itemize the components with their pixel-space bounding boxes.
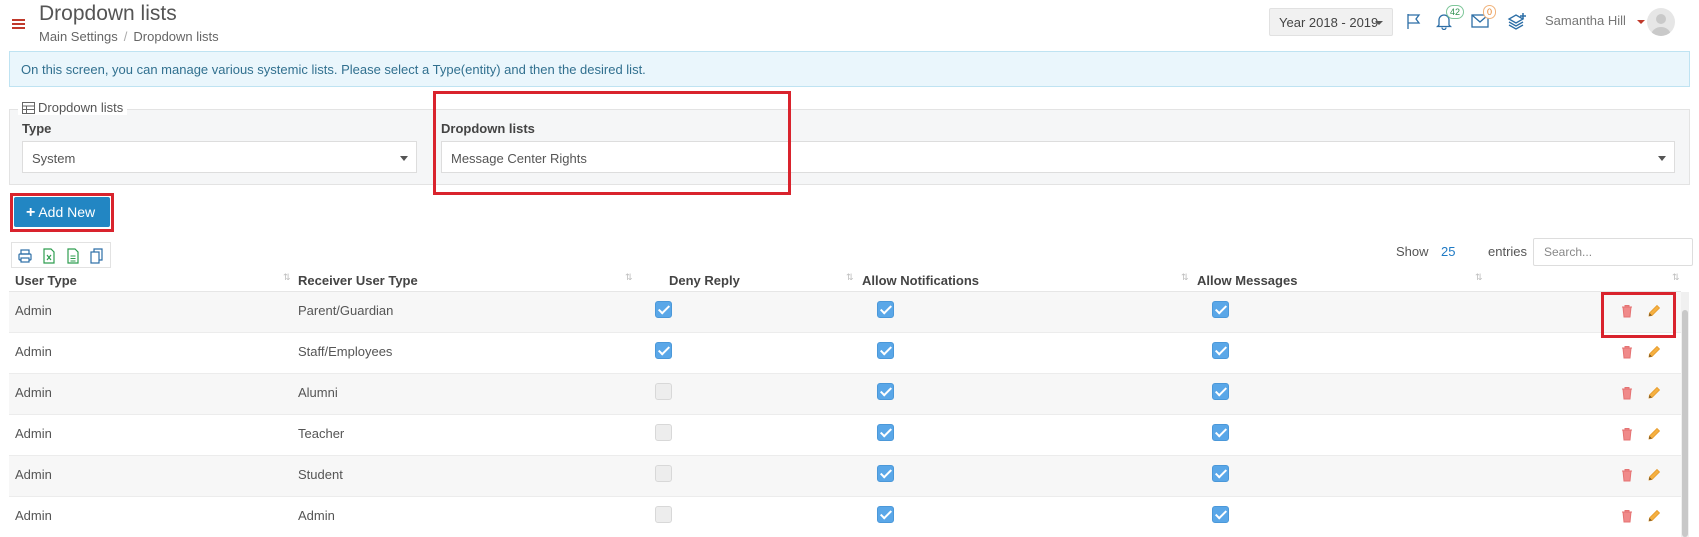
export-toolbar [11, 242, 111, 268]
column-user-type[interactable]: User Type [15, 273, 77, 288]
table-row: Admin Parent/Guardian [9, 292, 1681, 333]
page-size-select[interactable]: 25 [1441, 244, 1455, 259]
cell-user-type: Admin [15, 426, 52, 441]
edit-icon[interactable] [1647, 427, 1661, 441]
allow-notifications-checkbox[interactable] [877, 506, 894, 523]
cell-user-type: Admin [15, 467, 52, 482]
cell-user-type: Admin [15, 508, 52, 523]
sort-icon[interactable]: ⇅ [846, 272, 853, 283]
print-icon[interactable] [18, 248, 32, 264]
delete-icon[interactable] [1620, 386, 1634, 400]
column-allow-notifications[interactable]: Allow Notifications [862, 273, 979, 288]
cell-receiver-user-type: Parent/Guardian [298, 303, 394, 318]
caret-down-icon[interactable] [1637, 20, 1645, 24]
menu-icon[interactable] [12, 19, 25, 30]
sort-icon[interactable]: ⇅ [1672, 272, 1679, 283]
table-row: Admin Alumni [9, 374, 1681, 415]
excel-icon[interactable] [42, 248, 56, 264]
top-header: Dropdown lists Main Settings / Dropdown li… [0, 0, 1699, 46]
csv-icon[interactable] [66, 248, 80, 264]
table-row: Admin Student [9, 456, 1681, 497]
edit-icon[interactable] [1647, 468, 1661, 482]
column-deny-reply[interactable]: Deny Reply [669, 273, 740, 288]
deny-reply-checkbox [655, 424, 672, 441]
allow-messages-checkbox[interactable] [1212, 506, 1229, 523]
edit-icon[interactable] [1647, 509, 1661, 523]
search-input[interactable] [1533, 238, 1693, 266]
cell-receiver-user-type: Teacher [298, 426, 345, 441]
table-icon [22, 102, 35, 114]
edit-icon[interactable] [1647, 386, 1661, 400]
flag-icon[interactable] [1405, 12, 1423, 30]
sort-icon[interactable]: ⇅ [625, 272, 632, 283]
cell-receiver-user-type: Student [298, 467, 343, 482]
breadcrumb-current: Dropdown lists [133, 29, 219, 44]
breadcrumb-main-settings[interactable]: Main Settings [39, 29, 118, 44]
cell-receiver-user-type: Staff/Employees [298, 344, 393, 359]
highlight-add-new [10, 193, 114, 232]
allow-notifications-checkbox[interactable] [877, 301, 894, 318]
highlight-dropdown-list [433, 91, 791, 195]
allow-notifications-checkbox[interactable] [877, 342, 894, 359]
deny-reply-checkbox[interactable] [655, 301, 672, 318]
page-title: Dropdown lists [39, 2, 177, 25]
cell-receiver-user-type: Alumni [298, 385, 338, 400]
sort-icon[interactable]: ⇅ [283, 272, 290, 283]
allow-messages-checkbox[interactable] [1212, 342, 1229, 359]
delete-icon[interactable] [1620, 509, 1634, 523]
info-message: On this screen, you can manage various s… [9, 51, 1690, 87]
table-row: Admin Staff/Employees [9, 333, 1681, 374]
delete-icon[interactable] [1620, 468, 1634, 482]
show-label: Show [1396, 244, 1429, 259]
allow-messages-checkbox[interactable] [1212, 465, 1229, 482]
cell-receiver-user-type: Admin [298, 508, 335, 523]
deny-reply-checkbox[interactable] [655, 342, 672, 359]
column-receiver-user-type[interactable]: Receiver User Type [298, 273, 418, 288]
allow-messages-checkbox[interactable] [1212, 424, 1229, 441]
notifications-badge: 42 [1446, 5, 1465, 19]
copy-icon[interactable] [90, 248, 104, 264]
entries-label: entries [1488, 244, 1528, 259]
allow-notifications-checkbox[interactable] [877, 383, 894, 400]
messages-badge: 0 [1483, 5, 1497, 19]
table-row: Admin Teacher [9, 415, 1681, 456]
cell-user-type: Admin [15, 385, 52, 400]
highlight-row-actions [1601, 292, 1676, 338]
edit-icon[interactable] [1647, 345, 1661, 359]
caret-down-icon [1658, 156, 1666, 161]
allow-notifications-checkbox[interactable] [877, 465, 894, 482]
table-scrollbar-thumb[interactable] [1682, 310, 1688, 537]
deny-reply-checkbox [655, 383, 672, 400]
caret-down-icon [400, 156, 408, 161]
table-header: User Type ⇅ Receiver User Type ⇅ Deny Re… [9, 270, 1681, 292]
deny-reply-checkbox [655, 465, 672, 482]
year-selector[interactable]: Year 2018 - 2019 [1269, 8, 1393, 36]
avatar[interactable] [1647, 8, 1675, 36]
allow-messages-checkbox[interactable] [1212, 301, 1229, 318]
allow-notifications-checkbox[interactable] [877, 424, 894, 441]
caret-down-icon [1375, 21, 1383, 25]
cell-user-type: Admin [15, 344, 52, 359]
column-allow-messages[interactable]: Allow Messages [1197, 273, 1297, 288]
delete-icon[interactable] [1620, 427, 1634, 441]
layers-add-icon[interactable] [1507, 12, 1527, 30]
sort-icon[interactable]: ⇅ [1475, 272, 1482, 283]
filter-legend: Dropdown lists [18, 100, 128, 115]
breadcrumb: Main Settings / Dropdown lists [39, 29, 219, 44]
cell-user-type: Admin [15, 303, 52, 318]
user-name[interactable]: Samantha Hill [1545, 13, 1626, 28]
delete-icon[interactable] [1620, 345, 1634, 359]
deny-reply-checkbox [655, 506, 672, 523]
table-row: Admin Admin [9, 497, 1681, 537]
sort-icon[interactable]: ⇅ [1181, 272, 1188, 283]
type-select[interactable]: System [22, 141, 417, 173]
type-label: Type [22, 121, 52, 136]
allow-messages-checkbox[interactable] [1212, 383, 1229, 400]
